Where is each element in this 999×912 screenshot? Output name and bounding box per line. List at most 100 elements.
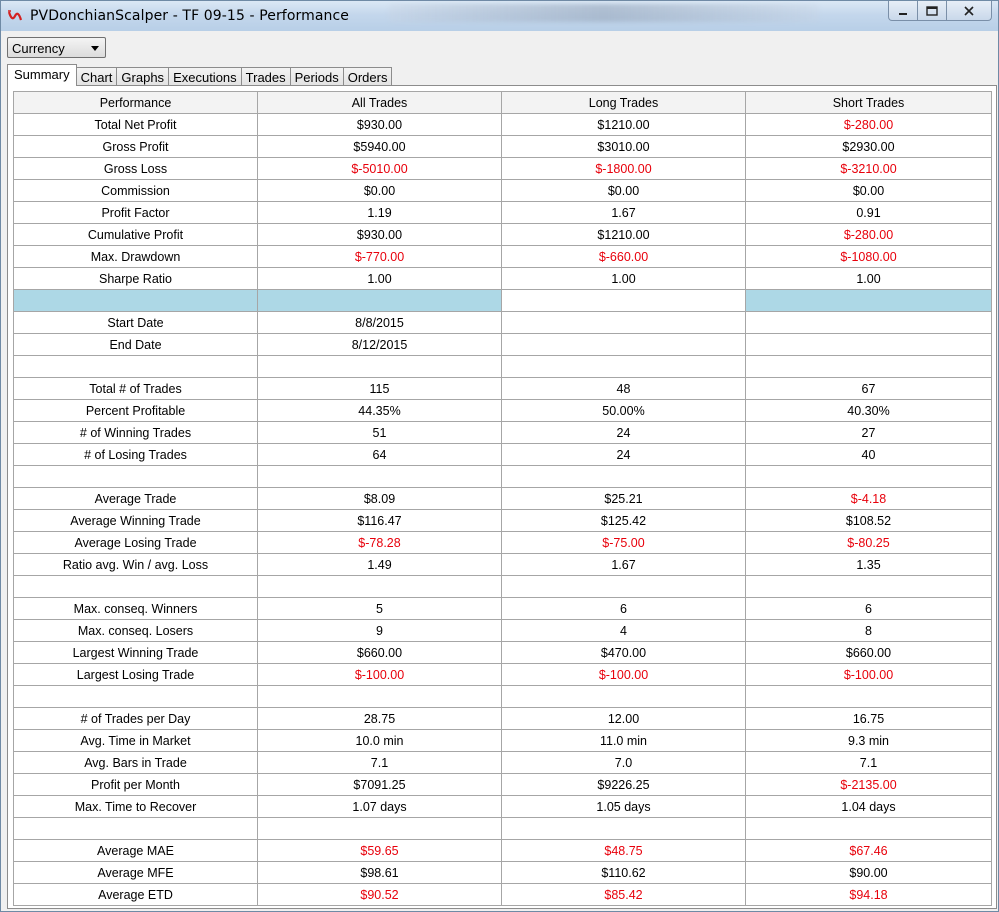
cell-all: [257, 685, 502, 708]
row-label: [13, 289, 258, 312]
row-label: [13, 465, 258, 488]
table-row: Total Net Profit $930.00 $1210.00 $-280.00: [13, 113, 992, 136]
table-row: # of Winning Trades 51 24 27: [13, 421, 992, 444]
tab-trades[interactable]: Trades: [240, 67, 291, 86]
cell-short: $-80.25: [745, 531, 992, 554]
table-row: Commission $0.00 $0.00 $0.00: [13, 179, 992, 202]
tab-periods[interactable]: Periods: [289, 67, 344, 86]
cell-long: $1210.00: [501, 223, 746, 246]
cell-all: $-5010.00: [257, 157, 502, 180]
cell-long: [501, 289, 746, 312]
column-header-all-trades[interactable]: All Trades: [257, 91, 502, 114]
cell-all: $-78.28: [257, 531, 502, 554]
cell-short: $90.00: [745, 861, 992, 884]
row-label: Cumulative Profit: [13, 223, 258, 246]
cell-long: $-660.00: [501, 245, 746, 268]
maximize-button[interactable]: [918, 1, 947, 21]
row-label: End Date: [13, 333, 258, 356]
cell-long: 1.05 days: [501, 795, 746, 818]
table-row: # of Losing Trades 64 24 40: [13, 443, 992, 466]
table-row: Max. Time to Recover 1.07 days 1.05 days 1.…: [13, 795, 992, 818]
blurred-background-text: [389, 4, 819, 22]
cell-all: 1.49: [257, 553, 502, 576]
cell-long: $-1800.00: [501, 157, 746, 180]
cell-long: 11.0 min: [501, 729, 746, 752]
column-header-long-trades[interactable]: Long Trades: [501, 91, 746, 114]
column-header-short-trades[interactable]: Short Trades: [745, 91, 992, 114]
row-label: Average Trade: [13, 487, 258, 510]
close-button[interactable]: [947, 1, 992, 21]
row-label: Max. conseq. Winners: [13, 597, 258, 620]
cell-short: $94.18: [745, 883, 992, 906]
cell-all: $660.00: [257, 641, 502, 664]
table-row: Sharpe Ratio 1.00 1.00 1.00: [13, 267, 992, 290]
cell-long: $-75.00: [501, 531, 746, 554]
row-label: Sharpe Ratio: [13, 267, 258, 290]
cell-long: 24: [501, 443, 746, 466]
cell-all: [257, 355, 502, 378]
table-header-row: Performance All Trades Long Trades Short…: [13, 91, 992, 114]
cell-short: 7.1: [745, 751, 992, 774]
row-label: Largest Losing Trade: [13, 663, 258, 686]
cell-all: $8.09: [257, 487, 502, 510]
tab-chart[interactable]: Chart: [75, 67, 118, 86]
cell-short: $108.52: [745, 509, 992, 532]
currency-dropdown-value: Currency: [12, 41, 65, 56]
cell-long: $470.00: [501, 641, 746, 664]
title-bar[interactable]: PVDonchianScalper - TF 09-15 - Performan…: [1, 1, 998, 31]
cell-short: $660.00: [745, 641, 992, 664]
table-row: Largest Losing Trade $-100.00 $-100.00 $-10…: [13, 663, 992, 686]
cell-all: 10.0 min: [257, 729, 502, 752]
cell-all: 7.1: [257, 751, 502, 774]
cell-short: 1.04 days: [745, 795, 992, 818]
minimize-button[interactable]: [888, 1, 918, 21]
row-label: Profit Factor: [13, 201, 258, 224]
maximize-icon: [926, 5, 938, 16]
tab-summary[interactable]: Summary: [7, 64, 77, 86]
cell-all: [257, 465, 502, 488]
summary-panel: Performance All Trades Long Trades Short…: [7, 85, 997, 909]
cell-short: [745, 333, 992, 356]
cell-short: [745, 685, 992, 708]
cell-long: 4: [501, 619, 746, 642]
cell-all: 1.19: [257, 201, 502, 224]
cell-short: 6: [745, 597, 992, 620]
cell-short: [745, 465, 992, 488]
cell-short: [745, 817, 992, 840]
cell-long: 7.0: [501, 751, 746, 774]
cell-short: 67: [745, 377, 992, 400]
tab-graphs[interactable]: Graphs: [116, 67, 170, 86]
cell-long: 24: [501, 421, 746, 444]
cell-all: $116.47: [257, 509, 502, 532]
cell-long: [501, 355, 746, 378]
cell-all: $90.52: [257, 883, 502, 906]
tab-executions[interactable]: Executions: [168, 67, 242, 86]
currency-dropdown[interactable]: Currency: [7, 37, 106, 58]
minimize-icon: [899, 12, 907, 15]
table-row: Avg. Bars in Trade 7.1 7.0 7.1: [13, 751, 992, 774]
cell-short: 40: [745, 443, 992, 466]
table-row: Largest Winning Trade $660.00 $470.00 $660.…: [13, 641, 992, 664]
window-controls: [888, 1, 992, 21]
table-row: Start Date 8/8/2015: [13, 311, 992, 334]
table-row: Average Winning Trade $116.47 $125.42 $108.…: [13, 509, 992, 532]
cell-short: 8: [745, 619, 992, 642]
cell-long: [501, 575, 746, 598]
cell-short: $-3210.00: [745, 157, 992, 180]
table-row: Total # of Trades 115 48 67: [13, 377, 992, 400]
table-row: Gross Loss $-5010.00 $-1800.00 $-3210.00: [13, 157, 992, 180]
window-title: PVDonchianScalper - TF 09-15 - Performan…: [30, 8, 350, 24]
cell-short: [745, 575, 992, 598]
table-row: Ratio avg. Win / avg. Loss 1.49 1.67 1.35: [13, 553, 992, 576]
cell-long: $25.21: [501, 487, 746, 510]
column-header-performance[interactable]: Performance: [13, 91, 258, 114]
chevron-down-icon: [91, 46, 99, 51]
row-label: Gross Loss: [13, 157, 258, 180]
row-label: Max. conseq. Losers: [13, 619, 258, 642]
tab-orders[interactable]: Orders: [342, 67, 393, 86]
table-row: [13, 817, 992, 840]
cell-long: $0.00: [501, 179, 746, 202]
cell-long: $48.75: [501, 839, 746, 862]
table-row: Average Trade $8.09 $25.21 $-4.18: [13, 487, 992, 510]
tab-strip: Summary Chart Graphs Executions Trades Period…: [7, 64, 393, 86]
